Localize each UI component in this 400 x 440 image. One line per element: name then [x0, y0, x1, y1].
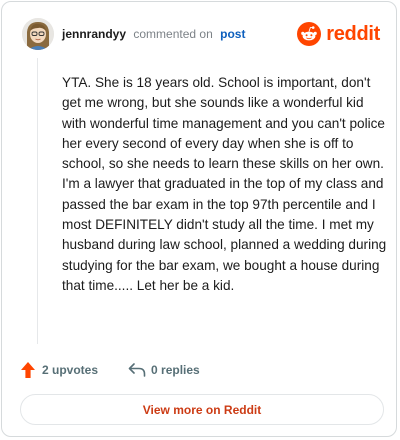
comment-embed-card: jennrandyy commented on post reddit YTA.… [1, 1, 397, 437]
reply-arrow-icon [128, 363, 146, 377]
replies-button[interactable]: 0 replies [128, 363, 200, 377]
comment-body: YTA. She is 18 years old. School is impo… [62, 75, 387, 293]
view-more-button[interactable]: View more on Reddit [20, 394, 384, 425]
reddit-wordmark: reddit [326, 22, 380, 45]
reddit-brand[interactable]: reddit [297, 21, 380, 47]
upvote-count: 2 upvotes [42, 363, 99, 377]
commented-on-text: commented on [133, 27, 213, 41]
reply-count: 0 replies [151, 363, 200, 377]
avatar-illustration [22, 18, 54, 50]
post-link[interactable]: post [220, 27, 245, 41]
reddit-logo-icon [297, 22, 322, 46]
user-avatar[interactable] [22, 18, 54, 50]
upvote-arrow-icon [21, 362, 35, 378]
comment-header: jennrandyy commented on post reddit [22, 18, 380, 54]
comment-actions: 2 upvotes 0 replies [20, 360, 200, 380]
thread-line [37, 58, 38, 344]
upvote-button[interactable]: 2 upvotes [20, 361, 98, 379]
commenter-line: jennrandyy commented on post [62, 27, 245, 41]
username[interactable]: jennrandyy [62, 27, 126, 41]
